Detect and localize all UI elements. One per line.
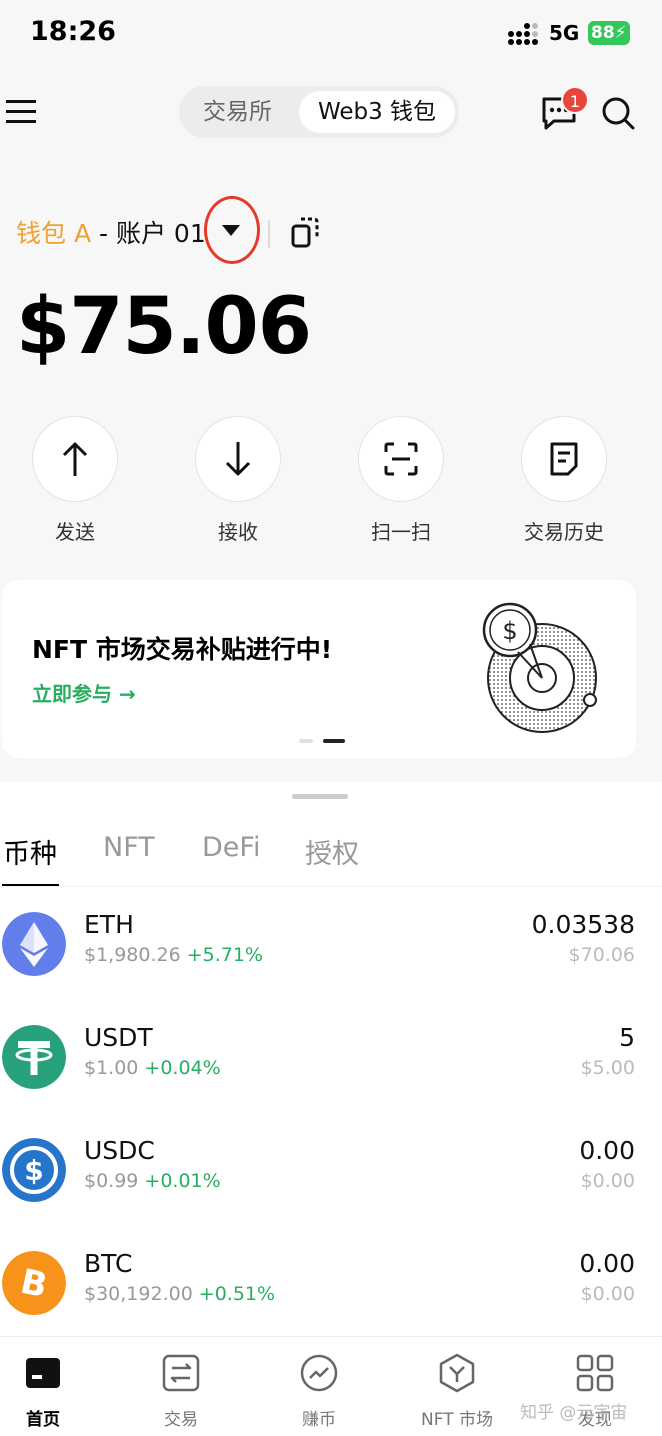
nav-label: 交易 bbox=[164, 1410, 198, 1430]
carousel-dot[interactable] bbox=[299, 739, 313, 743]
arrow-up-icon bbox=[62, 442, 88, 476]
tab-nft[interactable]: NFT bbox=[103, 832, 155, 863]
price-value: $30,192.00 bbox=[84, 1283, 193, 1305]
assets-panel: 币种 NFT DeFi 授权 ETH $1,980.26 +5.71% 0.035… bbox=[0, 782, 662, 1342]
price-change: +0.01% bbox=[144, 1170, 221, 1192]
tab-exchange[interactable]: 交易所 bbox=[179, 86, 296, 138]
asset-row-eth[interactable]: ETH $1,980.26 +5.71% 0.03538 $70.06 bbox=[0, 910, 662, 1022]
nav-trade[interactable]: 交易 bbox=[121, 1353, 241, 1430]
asset-symbol: USDC bbox=[84, 1136, 155, 1165]
asset-amount: 0.03538 bbox=[531, 910, 635, 939]
asset-amount: 0.00 bbox=[579, 1136, 635, 1165]
home-icon bbox=[26, 1358, 60, 1388]
price-change: +0.51% bbox=[198, 1283, 276, 1305]
asset-price: $1.00 +0.04% bbox=[84, 1057, 221, 1079]
discover-icon bbox=[576, 1354, 614, 1392]
message-badge: 1 bbox=[561, 86, 589, 114]
watermark: 知乎 @元宇宙 bbox=[520, 1403, 628, 1423]
battery-icon: 88⚡ bbox=[588, 21, 630, 45]
asset-symbol: BTC bbox=[84, 1249, 133, 1278]
history-label: 交易历史 bbox=[524, 520, 604, 544]
receive-circle bbox=[195, 416, 281, 502]
asset-price: $0.99 +0.01% bbox=[84, 1170, 221, 1192]
search-icon[interactable] bbox=[600, 95, 636, 131]
earn-icon bbox=[300, 1354, 338, 1392]
promo-banner[interactable]: NFT 市场交易补贴进行中! 立即参与 → $ bbox=[2, 580, 636, 758]
scan-circle bbox=[358, 416, 444, 502]
asset-value: $0.00 bbox=[580, 1170, 635, 1192]
send-button[interactable]: 发送 bbox=[15, 416, 135, 545]
asset-amount: 5 bbox=[619, 1023, 635, 1052]
price-value: $1.00 bbox=[84, 1057, 139, 1079]
receive-button[interactable]: 接收 bbox=[178, 416, 298, 545]
asset-row-usdc[interactable]: $ USDC $0.99 +0.01% 0.00 $0.00 bbox=[0, 1136, 662, 1248]
battery-level: 88 bbox=[591, 23, 615, 43]
divider bbox=[268, 220, 270, 248]
send-circle bbox=[32, 416, 118, 502]
trade-icon bbox=[162, 1354, 200, 1392]
history-circle bbox=[521, 416, 607, 502]
account-name: 账户 01 bbox=[115, 219, 206, 248]
price-value: $0.99 bbox=[84, 1170, 139, 1192]
svg-text:$: $ bbox=[24, 1154, 43, 1187]
history-button[interactable]: 交易历史 bbox=[504, 416, 624, 545]
menu-icon[interactable] bbox=[6, 98, 36, 126]
price-value: $1,980.26 bbox=[84, 944, 181, 966]
status-bar: 18:26 5G 88⚡ bbox=[0, 0, 662, 66]
wallet-selector[interactable]: 钱包 A - 账户 01 bbox=[16, 214, 206, 254]
usdc-logo-icon: $ bbox=[2, 1138, 66, 1202]
tab-web3-wallet[interactable]: Web3 钱包 bbox=[299, 91, 455, 133]
arrow-down-icon bbox=[225, 442, 251, 476]
nav-nft-market[interactable]: NFT 市场 bbox=[397, 1353, 517, 1430]
nav-home[interactable]: 首页 bbox=[0, 1353, 103, 1430]
scan-button[interactable]: 扫一扫 bbox=[341, 416, 461, 545]
send-label: 发送 bbox=[55, 520, 95, 544]
asset-value: $70.06 bbox=[568, 944, 635, 966]
asset-amount: 0.00 bbox=[579, 1249, 635, 1278]
nav-earn[interactable]: 赚币 bbox=[259, 1353, 379, 1430]
btc-logo-icon: B bbox=[2, 1251, 66, 1315]
nav-label: 首页 bbox=[26, 1410, 60, 1430]
usdt-logo-icon bbox=[2, 1025, 66, 1089]
status-time: 18:26 bbox=[30, 16, 116, 47]
mode-switch: 交易所 Web3 钱包 bbox=[179, 86, 459, 138]
wallet-name: 钱包 A bbox=[16, 219, 92, 248]
asset-price: $1,980.26 +5.71% bbox=[84, 944, 263, 966]
banner-title: NFT 市场交易补贴进行中! bbox=[32, 635, 333, 664]
asset-symbol: ETH bbox=[84, 910, 134, 939]
eth-logo-icon bbox=[2, 912, 66, 976]
total-balance: $75.06 bbox=[16, 282, 312, 372]
scan-label: 扫一扫 bbox=[371, 520, 431, 544]
tab-approvals[interactable]: 授权 bbox=[305, 832, 359, 871]
nft-market-icon bbox=[439, 1353, 475, 1393]
divider bbox=[0, 886, 662, 887]
wallet-separator: - bbox=[91, 219, 116, 248]
svg-text:$: $ bbox=[502, 617, 517, 645]
scan-icon bbox=[384, 442, 418, 476]
account-dropdown-button[interactable] bbox=[204, 196, 260, 264]
asset-row-usdt[interactable]: USDT $1.00 +0.04% 5 $5.00 bbox=[0, 1023, 662, 1135]
asset-symbol: USDT bbox=[84, 1023, 153, 1052]
asset-price: $30,192.00 +0.51% bbox=[84, 1283, 275, 1305]
price-change: +5.71% bbox=[186, 944, 263, 966]
history-icon bbox=[550, 442, 578, 476]
price-change: +0.04% bbox=[144, 1057, 221, 1079]
coin-illustration-icon: $ bbox=[482, 602, 597, 733]
caret-down-icon bbox=[222, 225, 240, 236]
nav-label: NFT 市场 bbox=[421, 1410, 493, 1430]
asset-value: $0.00 bbox=[580, 1283, 635, 1305]
copy-icon[interactable] bbox=[290, 216, 320, 250]
drag-handle[interactable] bbox=[292, 794, 348, 799]
nav-label: 赚币 bbox=[302, 1410, 336, 1430]
tab-defi[interactable]: DeFi bbox=[202, 832, 260, 863]
network-type: 5G bbox=[549, 21, 580, 45]
banner-link[interactable]: 立即参与 → bbox=[32, 678, 136, 707]
tab-tokens[interactable]: 币种 bbox=[3, 832, 57, 871]
asset-value: $5.00 bbox=[580, 1057, 635, 1079]
carousel-dot-active[interactable] bbox=[323, 739, 345, 743]
receive-label: 接收 bbox=[218, 520, 258, 544]
signal-icon bbox=[508, 23, 538, 45]
